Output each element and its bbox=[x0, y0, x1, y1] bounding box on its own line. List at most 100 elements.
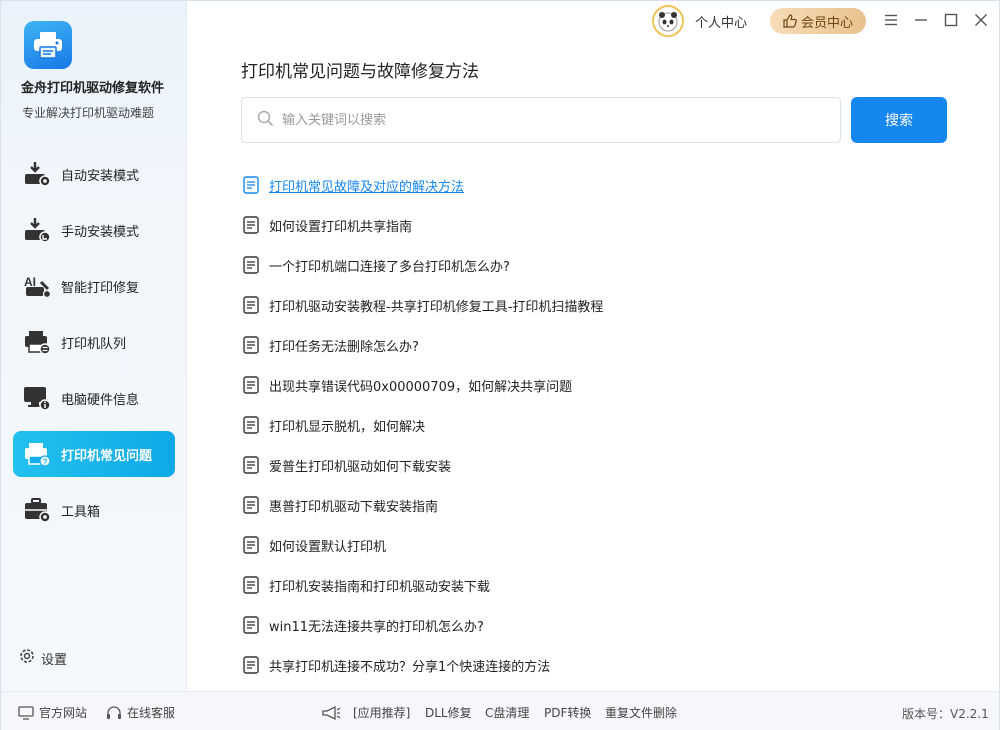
document-icon bbox=[241, 175, 261, 195]
manual-install-icon bbox=[22, 215, 52, 245]
search-input[interactable] bbox=[282, 112, 822, 128]
hardware-info-icon bbox=[22, 383, 52, 413]
headset-icon bbox=[107, 705, 121, 719]
document-icon bbox=[241, 215, 261, 235]
vip-center-label: 会员中心 bbox=[800, 15, 853, 31]
faq-item[interactable]: 打印机显示脱机，如何解决 bbox=[241, 405, 941, 445]
sidebar-item-auto-install[interactable]: 自动安装模式 bbox=[13, 151, 175, 197]
settings-button[interactable]: 设置 bbox=[18, 647, 67, 669]
settings-label: 设置 bbox=[41, 652, 68, 668]
faq-item[interactable]: win11无法连接共享的打印机怎么办? bbox=[241, 605, 941, 645]
megaphone-icon bbox=[322, 705, 341, 720]
app-title: 金舟打印机驱动修复软件 bbox=[21, 81, 165, 96]
sidebar-item-printer-faq[interactable]: ? 打印机常见问题 bbox=[13, 431, 175, 477]
search-icon bbox=[257, 110, 274, 131]
menu-icon[interactable] bbox=[882, 11, 900, 29]
faq-link[interactable]: 如何设置打印机共享指南 bbox=[269, 216, 412, 235]
search-button[interactable]: 搜索 bbox=[851, 97, 947, 143]
maximize-icon[interactable] bbox=[942, 11, 960, 29]
document-icon bbox=[241, 255, 261, 275]
sidebar-item-label: 打印机队列 bbox=[61, 336, 127, 352]
search-box bbox=[241, 97, 841, 143]
page-title: 打印机常见问题与故障修复方法 bbox=[241, 62, 479, 82]
faq-item[interactable]: 如何设置默认打印机 bbox=[241, 525, 941, 565]
official-site-label: 官方网站 bbox=[39, 706, 88, 720]
faq-link[interactable]: 如何设置默认打印机 bbox=[269, 536, 386, 555]
sidebar-item-label: 打印机常见问题 bbox=[61, 448, 153, 464]
vip-center-button[interactable]: 会员中心 bbox=[770, 8, 866, 34]
sidebar-item-toolbox[interactable]: 工具箱 bbox=[13, 487, 175, 533]
faq-item[interactable]: 一个打印机端口连接了多台打印机怎么办? bbox=[241, 245, 941, 285]
faq-item[interactable]: 爱普生打印机驱动如何下载安装 bbox=[241, 445, 941, 485]
avatar[interactable] bbox=[652, 5, 684, 37]
faq-link[interactable]: 共享打印机连接不成功？分享1个快速连接的方法 bbox=[269, 656, 550, 675]
sidebar: 金舟打印机驱动修复软件 专业解决打印机驱动难题 自动安装模式 手动安装模式 AI… bbox=[1, 1, 187, 691]
personal-center-link[interactable]: 个人中心 bbox=[695, 12, 747, 31]
thumbs-up-icon bbox=[783, 14, 797, 28]
faq-link[interactable]: 打印机显示脱机，如何解决 bbox=[269, 416, 425, 435]
sidebar-nav: 自动安装模式 手动安装模式 AI 智能打印修复 打印机队列 电脑硬件信息 ? 打… bbox=[13, 151, 175, 543]
duplicate-file-delete-link[interactable]: 重复文件删除 bbox=[605, 704, 677, 721]
document-icon bbox=[241, 535, 261, 555]
app-window: 金舟打印机驱动修复软件 专业解决打印机驱动难题 自动安装模式 手动安装模式 AI… bbox=[0, 0, 1000, 730]
toolbox-icon bbox=[22, 495, 52, 525]
document-icon bbox=[241, 615, 261, 635]
pdf-convert-link[interactable]: PDF转换 bbox=[544, 704, 591, 721]
sidebar-item-hardware-info[interactable]: 电脑硬件信息 bbox=[13, 375, 175, 421]
faq-link[interactable]: 打印机驱动安装教程-共享打印机修复工具-打印机扫描教程 bbox=[269, 296, 603, 315]
auto-install-icon bbox=[22, 159, 52, 189]
dll-repair-link[interactable]: DLL修复 bbox=[425, 704, 472, 721]
sidebar-item-label: 手动安装模式 bbox=[61, 224, 140, 240]
faq-link[interactable]: 打印机常见故障及对应的解决方法 bbox=[269, 176, 464, 195]
document-icon bbox=[241, 495, 261, 515]
gear-icon bbox=[18, 647, 36, 669]
document-icon bbox=[241, 295, 261, 315]
close-icon[interactable] bbox=[972, 11, 990, 29]
svg-text:AI: AI bbox=[24, 275, 36, 289]
app-recommend-label: [应用推荐] bbox=[353, 706, 411, 720]
faq-link[interactable]: 出现共享错误代码0x00000709，如何解决共享问题 bbox=[269, 376, 572, 395]
sidebar-item-label: 智能打印修复 bbox=[61, 280, 140, 296]
faq-item[interactable]: 打印机常见故障及对应的解决方法 bbox=[241, 165, 941, 205]
faq-item[interactable]: 打印任务无法删除怎么办? bbox=[241, 325, 941, 365]
document-icon bbox=[241, 575, 261, 595]
sidebar-item-print-queue[interactable]: 打印机队列 bbox=[13, 319, 175, 365]
monitor-icon bbox=[18, 705, 34, 720]
sidebar-item-smart-repair[interactable]: AI 智能打印修复 bbox=[13, 263, 175, 309]
faq-link[interactable]: 惠普打印机驱动下载安装指南 bbox=[269, 496, 438, 515]
app-recommend: [应用推荐] bbox=[321, 704, 410, 721]
c-drive-clean-link[interactable]: C盘清理 bbox=[485, 704, 529, 721]
faq-item[interactable]: 如何设置打印机共享指南 bbox=[241, 205, 941, 245]
app-subtitle: 专业解决打印机驱动难题 bbox=[22, 106, 155, 120]
minimize-icon[interactable] bbox=[912, 11, 930, 29]
document-icon bbox=[241, 655, 261, 675]
faq-item[interactable]: 惠普打印机驱动下载安装指南 bbox=[241, 485, 941, 525]
faq-link[interactable]: 打印机安装指南和打印机驱动安装下载 bbox=[269, 576, 490, 595]
document-icon bbox=[241, 375, 261, 395]
faq-list: 打印机常见故障及对应的解决方法 如何设置打印机共享指南 一个打印机端口连接了多台… bbox=[241, 165, 941, 685]
document-icon bbox=[241, 455, 261, 475]
faq-link[interactable]: 打印任务无法删除怎么办? bbox=[269, 336, 419, 355]
sidebar-item-label: 自动安装模式 bbox=[61, 168, 140, 184]
online-service-link[interactable]: 在线客服 bbox=[106, 704, 175, 721]
faq-item[interactable]: 打印机安装指南和打印机驱动安装下载 bbox=[241, 565, 941, 605]
printer-logo-icon bbox=[24, 21, 72, 69]
document-icon bbox=[241, 415, 261, 435]
faq-link[interactable]: win11无法连接共享的打印机怎么办? bbox=[269, 616, 484, 635]
sidebar-item-manual-install[interactable]: 手动安装模式 bbox=[13, 207, 175, 253]
smart-repair-icon: AI bbox=[22, 271, 52, 301]
version-label: 版本号：V2.2.1 bbox=[902, 707, 989, 721]
faq-item[interactable]: 打印机驱动安装教程-共享打印机修复工具-打印机扫描教程 bbox=[241, 285, 941, 325]
faq-item[interactable]: 出现共享错误代码0x00000709，如何解决共享问题 bbox=[241, 365, 941, 405]
faq-link[interactable]: 爱普生打印机驱动如何下载安装 bbox=[269, 456, 451, 475]
sidebar-item-label: 工具箱 bbox=[61, 504, 101, 520]
sidebar-item-label: 电脑硬件信息 bbox=[61, 392, 140, 408]
footer-bar: 官方网站 在线客服 [应用推荐] DLL修复 C盘清理 PDF转换 重复文件删除… bbox=[1, 691, 999, 730]
online-service-label: 在线客服 bbox=[127, 706, 176, 720]
faq-link[interactable]: 一个打印机端口连接了多台打印机怎么办? bbox=[269, 256, 510, 275]
faq-item[interactable]: 共享打印机连接不成功？分享1个快速连接的方法 bbox=[241, 645, 941, 685]
svg-text:?: ? bbox=[43, 457, 48, 466]
printer-faq-icon: ? bbox=[22, 439, 52, 469]
print-queue-icon bbox=[22, 327, 52, 357]
official-site-link[interactable]: 官方网站 bbox=[18, 704, 87, 721]
